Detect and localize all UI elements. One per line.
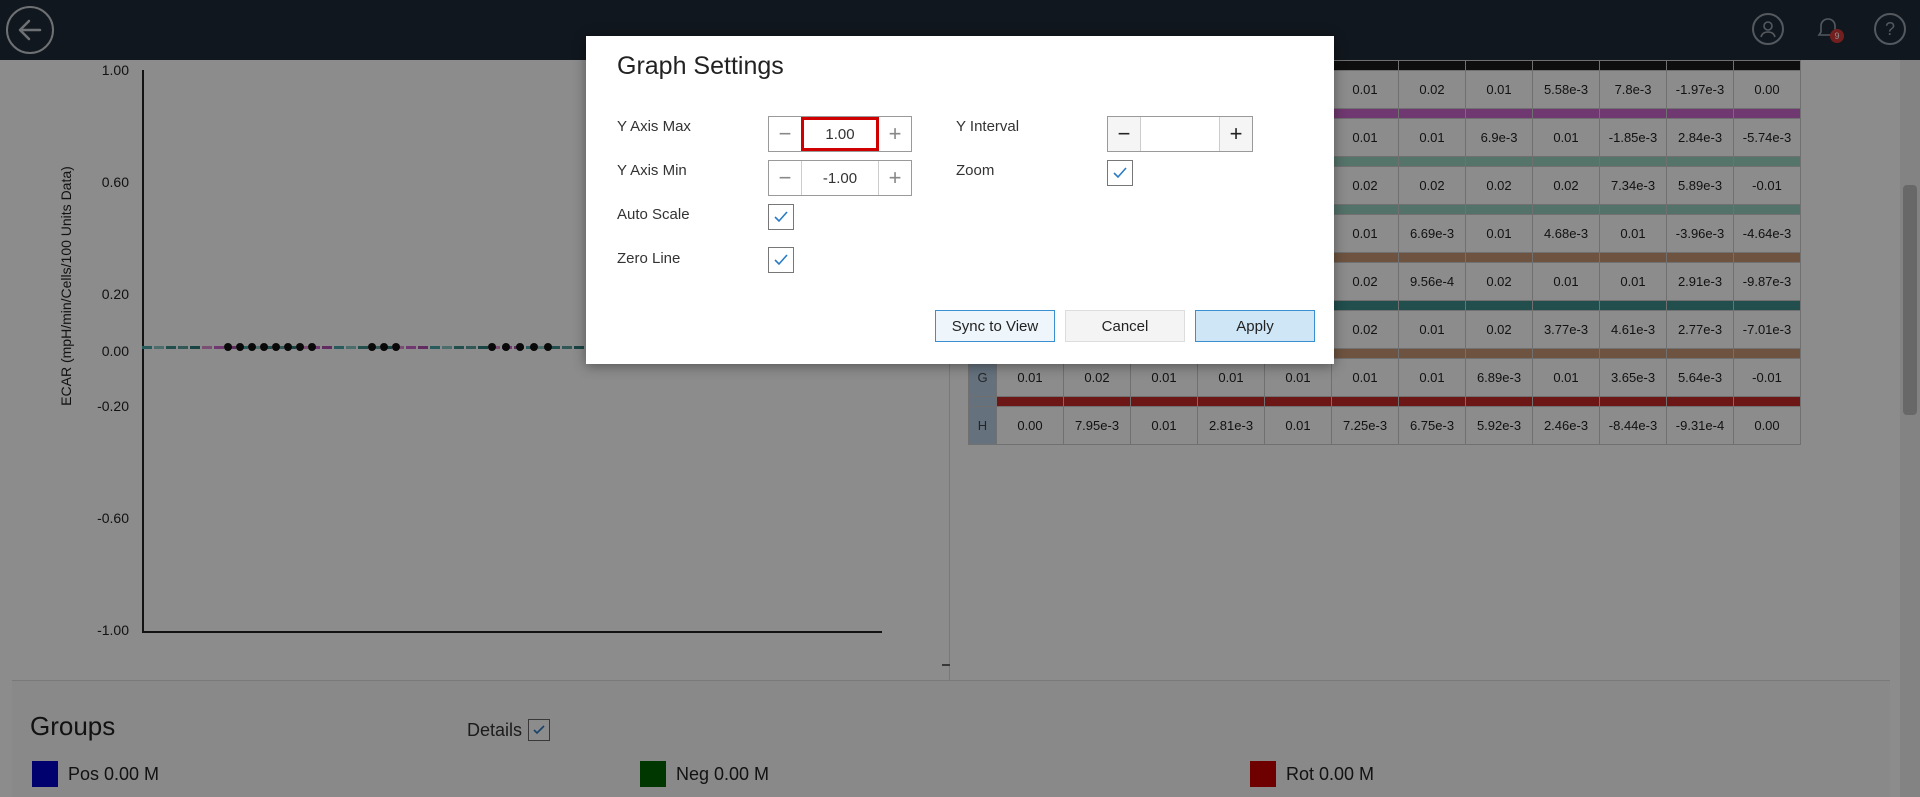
cancel-button[interactable]: Cancel <box>1065 310 1185 342</box>
increment-button[interactable]: + <box>1220 117 1252 151</box>
decrement-button[interactable]: − <box>769 117 801 151</box>
check-icon <box>774 211 788 223</box>
dialog-title: Graph Settings <box>617 52 784 80</box>
y-axis-max-label: Y Axis Max <box>617 118 691 135</box>
zoom-label: Zoom <box>956 162 995 179</box>
minus-icon: − <box>778 165 792 190</box>
zero-line-checkbox[interactable] <box>768 247 794 273</box>
y-interval-stepper: − + <box>1107 116 1253 152</box>
decrement-button[interactable]: − <box>769 161 801 195</box>
plus-icon: + <box>888 121 902 146</box>
sync-to-view-button[interactable]: Sync to View <box>935 310 1055 342</box>
auto-scale-checkbox[interactable] <box>768 204 794 230</box>
y-interval-label: Y Interval <box>956 118 1020 135</box>
increment-button[interactable]: + <box>879 117 911 151</box>
check-icon <box>1113 167 1127 179</box>
y-axis-min-stepper: − + <box>768 160 912 196</box>
graph-settings-dialog: Graph Settings Y Axis Max − + Y Axis Min… <box>586 36 1334 364</box>
increment-button[interactable]: + <box>879 161 911 195</box>
check-icon <box>774 254 788 266</box>
y-interval-input[interactable] <box>1140 117 1220 151</box>
auto-scale-label: Auto Scale <box>617 206 690 223</box>
minus-icon: − <box>778 121 792 146</box>
minus-icon: − <box>1117 121 1131 146</box>
y-axis-min-input[interactable] <box>801 161 879 195</box>
zoom-checkbox[interactable] <box>1107 160 1133 186</box>
plus-icon: + <box>1229 121 1243 146</box>
plus-icon: + <box>888 165 902 190</box>
zero-line-label: Zero Line <box>617 250 681 267</box>
decrement-button[interactable]: − <box>1108 117 1140 151</box>
y-axis-max-input[interactable] <box>801 117 879 151</box>
y-axis-min-label: Y Axis Min <box>617 162 687 179</box>
y-axis-max-stepper: − + <box>768 116 912 152</box>
apply-button[interactable]: Apply <box>1195 310 1315 342</box>
